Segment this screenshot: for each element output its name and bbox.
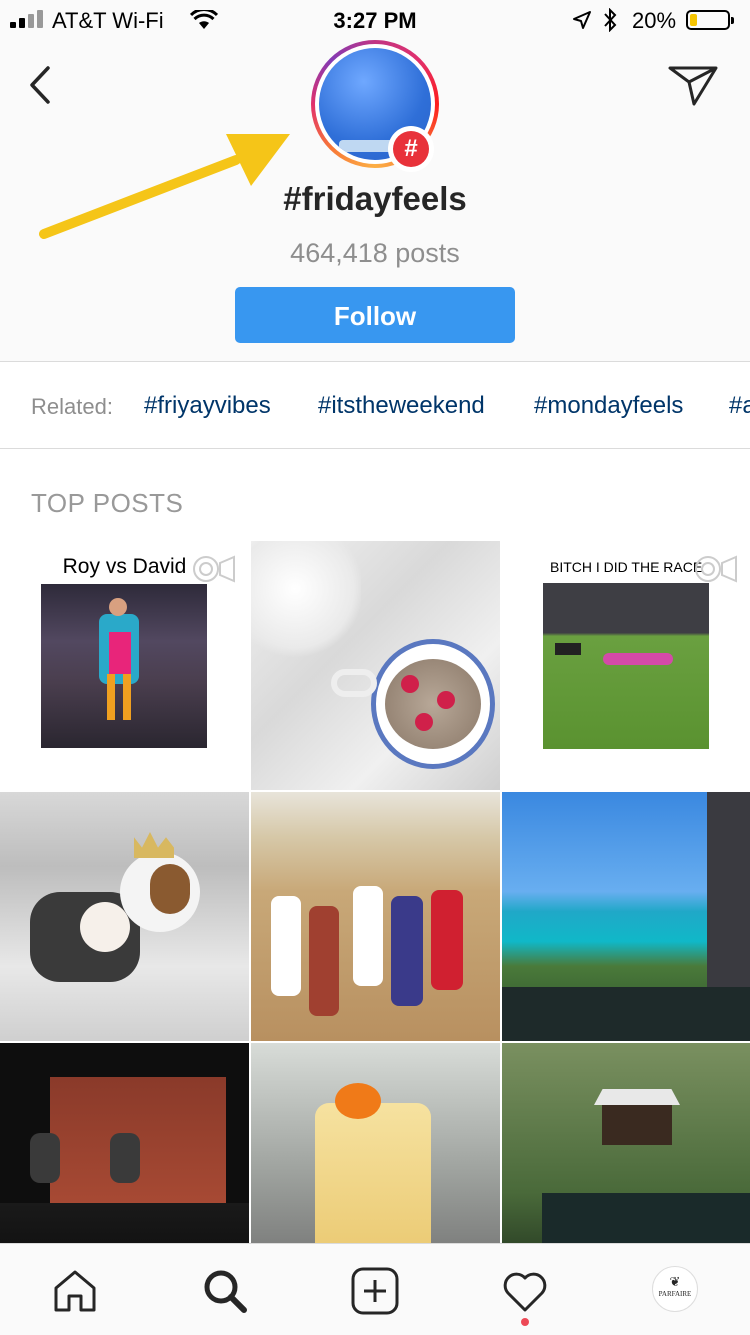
post-tile[interactable]: BITCH I DID THE RACE (502, 541, 750, 790)
related-tag[interactable]: #a (729, 392, 750, 420)
related-tag[interactable]: #mondayfeels (534, 392, 683, 420)
post-tile[interactable] (502, 792, 750, 1041)
post-tile[interactable] (251, 792, 500, 1041)
search-icon[interactable] (200, 1266, 250, 1316)
post-tile[interactable] (251, 541, 500, 790)
battery-icon (686, 10, 734, 30)
post-count: 464,418 posts (290, 238, 460, 268)
direct-send-icon[interactable] (666, 62, 720, 108)
activity-heart-icon[interactable] (500, 1266, 550, 1316)
bottom-tab-bar (0, 1243, 750, 1335)
hashtag-badge-symbol: # (393, 131, 429, 167)
related-tag[interactable]: #itstheweekend (318, 392, 485, 420)
new-post-icon[interactable] (350, 1266, 400, 1316)
video-icon (695, 555, 737, 583)
video-icon (193, 555, 235, 583)
hashtag-title: #fridayfeels (283, 180, 467, 217)
location-arrow-icon (573, 11, 591, 29)
battery-percent: 20% (632, 8, 677, 33)
hashtag-badge-icon: # (388, 126, 434, 172)
notification-dot (521, 1318, 529, 1326)
profile-label: PARFAIRE (658, 1290, 692, 1298)
related-label: Related: (31, 394, 113, 419)
section-title: TOP POSTS (31, 488, 184, 518)
profile-avatar[interactable]: ❦ PARFAIRE (652, 1266, 698, 1312)
related-tag[interactable]: #friyayvibes (144, 392, 271, 420)
back-chevron-icon[interactable] (22, 62, 62, 108)
follow-button[interactable]: Follow (235, 287, 515, 343)
related-hashtags-bar[interactable]: Related: #friyayvibes #itstheweekend #mo… (0, 362, 750, 448)
home-icon[interactable] (50, 1266, 100, 1316)
bluetooth-icon (604, 8, 617, 32)
post-tile[interactable]: Roy vs David (0, 541, 249, 790)
status-bar: AT&T Wi-Fi 3:27 PM 20% (0, 0, 750, 40)
post-tile[interactable] (0, 792, 249, 1041)
